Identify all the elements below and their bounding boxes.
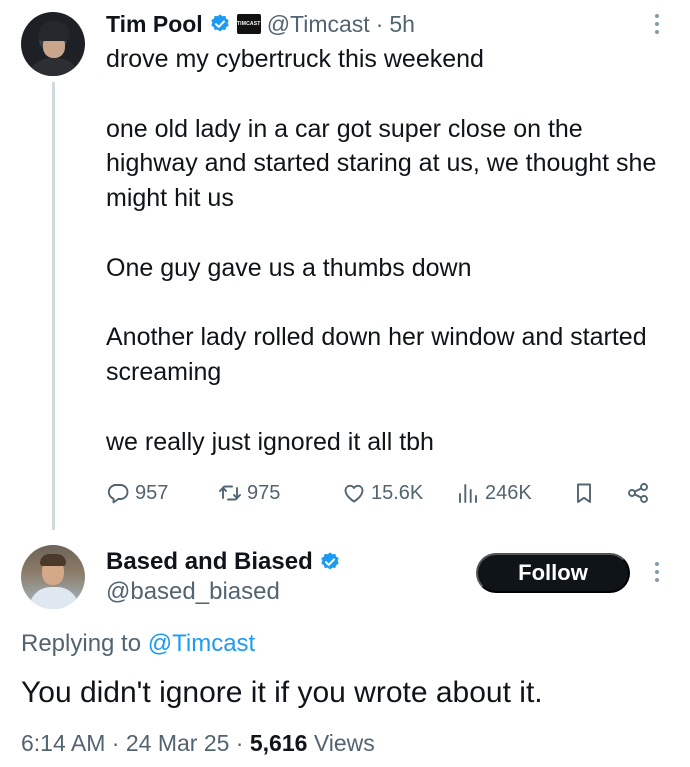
bookmark-icon (577, 483, 591, 503)
reply-count: 957 (135, 481, 169, 504)
original-tweet[interactable]: Tim Pool TIMCAST @Timcast · 5h drove my … (0, 0, 690, 530)
bookmark-button[interactable] (572, 476, 596, 510)
reply-time[interactable]: 6:14 AM (21, 730, 105, 756)
share-button[interactable] (626, 476, 650, 510)
action-bar: 957 975 15.6K 246K (106, 476, 666, 510)
reply-meta: 6:14 AM · 24 Mar 25 · 5,616 Views (21, 730, 375, 757)
separator-dot: · (235, 730, 244, 756)
more-options-icon[interactable] (652, 14, 662, 38)
tweet-header: Tim Pool TIMCAST @Timcast · 5h (106, 8, 415, 40)
more-options-icon[interactable] (652, 562, 662, 586)
separator-dot: · (111, 730, 120, 756)
tweet-time[interactable]: 5h (389, 11, 415, 38)
reply-author-name[interactable]: Based and Biased (106, 548, 313, 576)
author-name[interactable]: Tim Pool (106, 11, 203, 38)
tweet-text: drove my cybertruck this weekend one old… (106, 42, 676, 460)
reply-avatar[interactable] (21, 545, 85, 609)
replying-to-mention[interactable]: @Timcast (148, 630, 255, 657)
replying-prefix: Replying to (21, 630, 142, 657)
reply-views-label: Views (313, 730, 375, 756)
verified-icon (321, 552, 339, 570)
tweet-line: we really just ignored it all tbh (106, 427, 434, 456)
reply-date[interactable]: 24 Mar 25 (126, 730, 230, 756)
reply-author-handle[interactable]: @based_biased (106, 578, 280, 606)
reply-author: Based and Biased (106, 546, 341, 578)
views-button[interactable]: 246K (456, 476, 532, 510)
like-count: 15.6K (371, 481, 424, 504)
share-icon (628, 483, 648, 503)
like-icon (344, 484, 364, 503)
repost-icon (219, 485, 241, 501)
like-button[interactable]: 15.6K (342, 476, 423, 510)
views-icon (459, 484, 477, 503)
repost-count: 975 (247, 481, 281, 504)
reply-text: You didn't ignore it if you wrote about … (21, 676, 543, 709)
author-handle[interactable]: @Timcast (267, 11, 370, 38)
replying-to-line: Replying to @Timcast (21, 630, 255, 658)
reply-views-count[interactable]: 5,616 (250, 730, 308, 756)
tweet-line: Another lady rolled down her window and … (106, 323, 647, 387)
tweet-line: One guy gave us a thumbs down (106, 253, 472, 282)
tweet-line: drove my cybertruck this weekend (106, 45, 484, 73)
avatar[interactable] (21, 12, 85, 76)
views-count: 246K (485, 481, 532, 504)
repost-button[interactable]: 975 (218, 476, 280, 510)
affiliate-badge[interactable]: TIMCAST (236, 14, 261, 34)
verified-icon (210, 14, 229, 32)
follow-button[interactable]: Follow (476, 553, 630, 593)
reply-button[interactable]: 957 (106, 476, 168, 510)
reply-icon (107, 484, 129, 504)
separator-dot: · (375, 10, 384, 37)
tweet-line: one old lady in a car got super close on… (106, 114, 657, 213)
